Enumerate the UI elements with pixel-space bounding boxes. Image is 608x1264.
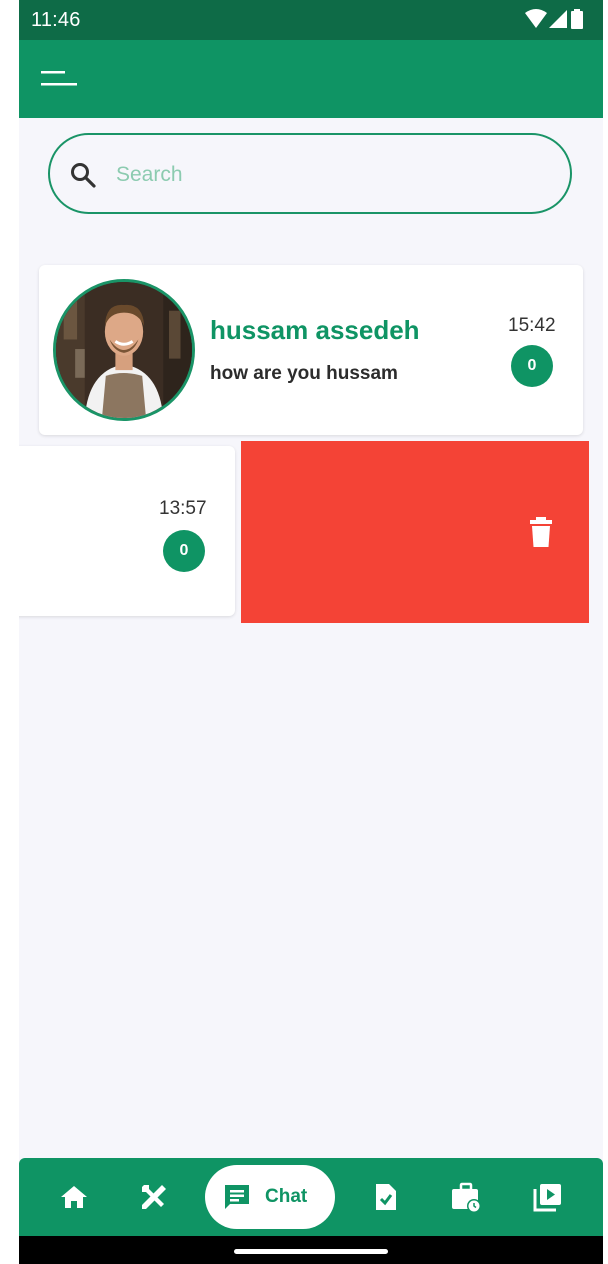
last-message: how are you hussam [210, 363, 398, 384]
status-time: 11:46 [31, 9, 81, 31]
app-bar [19, 40, 603, 118]
home-gesture-pill[interactable] [234, 1249, 388, 1254]
message-time: 13:57 [159, 498, 207, 519]
trash-icon[interactable] [530, 517, 552, 547]
task-document-icon [376, 1184, 396, 1210]
home-icon [61, 1186, 87, 1208]
delete-swipe-action[interactable] [241, 441, 589, 623]
signal-icon [549, 10, 567, 28]
search-bar[interactable] [48, 133, 572, 214]
nav-chat-label: Chat [265, 1186, 308, 1207]
unread-badge: 0 [511, 345, 553, 387]
message-time: 15:42 [508, 315, 556, 336]
briefcase-clock-icon [452, 1182, 481, 1213]
bottom-navigation: Chat [19, 1158, 603, 1236]
nav-videos[interactable] [531, 1180, 565, 1214]
status-bar: 11:46 [19, 0, 603, 40]
chat-list-item[interactable]: hussam assedeh how are you hussam 15:42 … [39, 265, 583, 435]
search-icon [71, 163, 96, 188]
chat-icon [225, 1185, 249, 1209]
unread-badge: 0 [163, 530, 205, 572]
contact-name: hussam assedeh [210, 315, 420, 345]
chat-list-item-swiped[interactable]: ai 13:57 0 [19, 446, 235, 616]
nav-tasks[interactable] [369, 1180, 403, 1214]
avatar-photo [56, 282, 192, 418]
chat-list-screen: 11:46 Search hussam assedeh how are you … [19, 0, 603, 1264]
nav-jobs[interactable] [449, 1180, 483, 1214]
menu-icon[interactable] [39, 67, 79, 91]
battery-icon [571, 9, 583, 29]
wifi-icon [525, 9, 547, 28]
nav-chat[interactable]: Chat [205, 1165, 335, 1229]
system-navigation-bar [19, 1236, 603, 1264]
avatar [53, 279, 195, 421]
video-library-icon [533, 1184, 561, 1212]
nav-home[interactable] [57, 1180, 91, 1214]
search-input[interactable] [114, 153, 538, 197]
nav-tools[interactable] [137, 1180, 171, 1214]
tools-icon [142, 1185, 166, 1209]
